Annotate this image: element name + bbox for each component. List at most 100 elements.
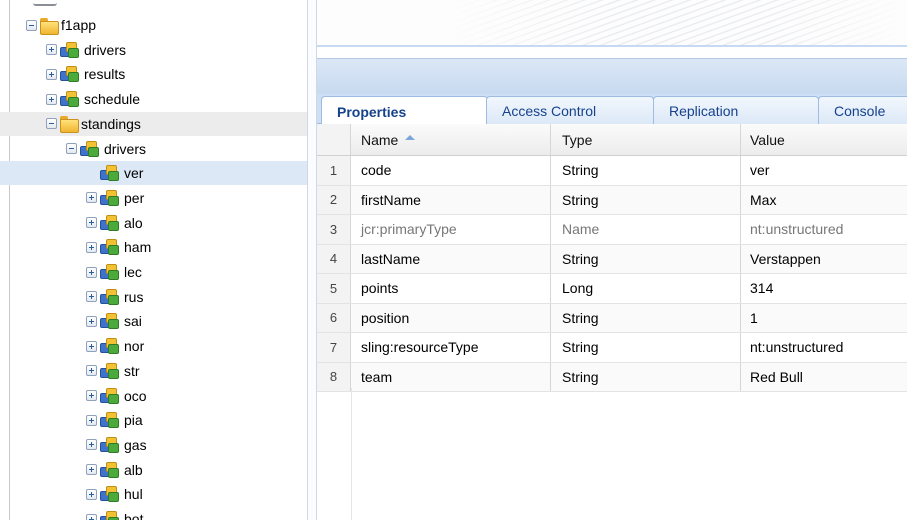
panel-splitter[interactable]: [307, 0, 317, 520]
node-icon: [100, 486, 120, 503]
tree-node-pia[interactable]: pia: [0, 408, 307, 432]
tree-node-standings[interactable]: standings: [0, 111, 307, 136]
table-row[interactable]: 6 position String 1: [317, 303, 907, 333]
expand-icon[interactable]: [86, 266, 97, 278]
expand-icon[interactable]: [86, 488, 97, 500]
tab-console[interactable]: Console: [818, 96, 907, 125]
expand-icon[interactable]: [86, 390, 97, 401]
expand-icon[interactable]: [86, 439, 97, 451]
property-value[interactable]: Max: [741, 186, 907, 215]
tree-node-label: results: [84, 66, 126, 83]
table-row[interactable]: 8 team String Red Bull: [317, 362, 907, 392]
property-type[interactable]: String: [551, 244, 741, 273]
tree-node-results[interactable]: results: [0, 62, 307, 86]
property-value[interactable]: Verstappen: [741, 245, 907, 274]
column-header-type[interactable]: Type: [551, 124, 741, 155]
property-type[interactable]: String: [551, 156, 741, 185]
table-row[interactable]: 5 points Long 314: [317, 274, 907, 304]
property-name[interactable]: team: [351, 362, 551, 391]
property-value[interactable]: Red Bull: [741, 363, 907, 392]
column-header-value[interactable]: Value: [741, 124, 907, 155]
expand-icon[interactable]: [86, 464, 97, 476]
property-name[interactable]: lastName: [351, 244, 551, 273]
tree-node-rus[interactable]: rus: [0, 285, 307, 309]
collapse-icon[interactable]: [26, 19, 37, 31]
tree-node-drivers[interactable]: drivers: [0, 38, 307, 62]
tab-replication[interactable]: Replication: [653, 96, 819, 125]
property-type[interactable]: Long: [551, 274, 741, 303]
expand-icon[interactable]: [86, 192, 97, 204]
table-row[interactable]: 3 jcr:primaryType Name nt:unstructured: [317, 215, 907, 245]
property-value[interactable]: 1: [741, 304, 907, 333]
expand-icon[interactable]: [46, 68, 57, 80]
table-row[interactable]: 7 sling:resourceType String nt:unstructured: [317, 333, 907, 363]
expand-icon[interactable]: [46, 44, 57, 56]
table-row[interactable]: 2 firstName String Max: [317, 185, 907, 215]
tree-node-schedule[interactable]: schedule: [0, 87, 307, 111]
row-number: 2: [317, 185, 351, 214]
tree-node-alb[interactable]: alb: [0, 458, 307, 482]
node-icon: [100, 511, 120, 520]
tree-node-sai[interactable]: sai: [0, 309, 307, 333]
panel-header: [317, 58, 907, 94]
collapse-icon[interactable]: [66, 143, 77, 154]
property-type[interactable]: String: [551, 303, 741, 332]
tree-node-label: nor: [124, 338, 145, 355]
property-name[interactable]: firstName: [351, 185, 551, 214]
property-name[interactable]: sling:resourceType: [351, 333, 551, 362]
tree-node-nor[interactable]: nor: [0, 334, 307, 358]
tree-node-f1app[interactable]: f1app: [0, 13, 307, 37]
tree-node-label: pia: [124, 412, 143, 429]
table-row[interactable]: 1 code String ver: [317, 156, 907, 186]
tree-node-ver[interactable]: ver: [0, 161, 307, 186]
tree-node-hul[interactable]: hul: [0, 482, 307, 506]
decorative-stripes: [447, 0, 907, 45]
property-type[interactable]: String: [551, 362, 741, 391]
expand-icon[interactable]: [46, 93, 57, 105]
tree-node-str[interactable]: str: [0, 359, 307, 383]
tree-node-lec[interactable]: lec: [0, 260, 307, 284]
property-name[interactable]: jcr:primaryType: [351, 215, 551, 244]
tree-node-label: per: [124, 189, 145, 206]
table-row[interactable]: 4 lastName String Verstappen: [317, 244, 907, 274]
expand-icon[interactable]: [86, 315, 97, 327]
node-icon: [60, 41, 80, 58]
property-value[interactable]: ver: [741, 156, 907, 185]
property-name[interactable]: code: [351, 156, 551, 185]
column-header-name-label: Name: [361, 131, 399, 148]
property-value[interactable]: nt:unstructured: [741, 333, 907, 362]
collapse-icon[interactable]: [46, 118, 57, 130]
property-value[interactable]: nt:unstructured: [741, 215, 907, 244]
property-type[interactable]: Name: [551, 215, 741, 244]
properties-grid: Name Type Value 1 code String ver 2 firstName…: [317, 124, 907, 392]
row-number: 6: [317, 303, 351, 332]
property-type[interactable]: String: [551, 185, 741, 214]
row-number: 1: [317, 156, 351, 185]
tab-access-control[interactable]: Access Control: [486, 96, 654, 125]
tree-node-label: drivers: [84, 41, 127, 58]
expand-icon[interactable]: [86, 414, 97, 426]
expand-icon[interactable]: [86, 217, 97, 229]
tree-node-gas[interactable]: gas: [0, 433, 307, 457]
tree-node-label: alb: [124, 461, 143, 478]
tree-node-alo[interactable]: alo: [0, 211, 307, 235]
column-header-name[interactable]: Name: [351, 124, 551, 155]
tree-node-bot[interactable]: bot: [0, 507, 307, 520]
property-name[interactable]: position: [351, 303, 551, 332]
expand-icon[interactable]: [86, 340, 97, 352]
tree-node-drivers[interactable]: drivers: [0, 137, 307, 161]
row-number: 8: [317, 362, 351, 391]
row-number: 4: [317, 244, 351, 273]
property-name[interactable]: points: [351, 274, 551, 303]
tree-node-label: rus: [124, 288, 144, 305]
expand-icon[interactable]: [86, 513, 97, 520]
tree-node-per[interactable]: per: [0, 186, 307, 210]
tree-node-ham[interactable]: ham: [0, 235, 307, 259]
property-value[interactable]: 314: [741, 274, 907, 303]
expand-icon[interactable]: [86, 291, 97, 303]
expand-icon[interactable]: [86, 365, 97, 377]
expand-icon[interactable]: [86, 241, 97, 253]
tree-node-oco[interactable]: oco: [0, 384, 307, 408]
tab-properties[interactable]: Properties: [321, 96, 488, 126]
property-type[interactable]: String: [551, 333, 741, 362]
